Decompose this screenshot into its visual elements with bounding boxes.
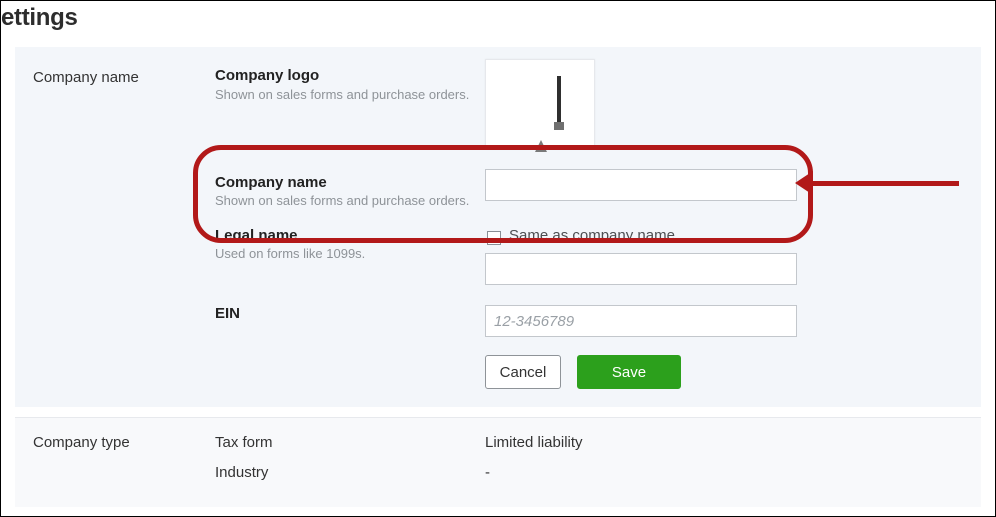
legal-name-heading: Legal name (215, 227, 298, 244)
ein-heading: EIN (215, 305, 240, 322)
company-name-heading: Company name (215, 174, 327, 191)
company-name-subtext: Shown on sales forms and purchase orders… (215, 193, 469, 208)
industry-value: - (485, 464, 490, 481)
annotation-arrow-icon (809, 181, 959, 186)
company-logo-subtext: Shown on sales forms and purchase orders… (215, 87, 469, 102)
tax-form-label: Tax form (215, 434, 273, 451)
logo-placeholder-base-icon (535, 140, 547, 152)
save-button[interactable]: Save (577, 355, 681, 389)
company-type-panel: Company type Tax form Limited liability … (15, 417, 981, 507)
same-as-company-name-checkbox[interactable] (487, 231, 501, 245)
page-title: ettings (1, 4, 78, 32)
section-label-company-type: Company type (33, 434, 130, 451)
cancel-button[interactable]: Cancel (485, 355, 561, 389)
company-logo-heading: Company logo (215, 67, 319, 84)
industry-label: Industry (215, 464, 268, 481)
same-as-company-name-label: Same as company name (509, 227, 675, 244)
logo-placeholder-mark (554, 76, 568, 134)
legal-name-input[interactable] (485, 253, 797, 285)
company-name-input[interactable] (485, 169, 797, 201)
tax-form-value: Limited liability (485, 434, 583, 451)
ein-input[interactable] (485, 305, 797, 337)
company-name-panel: Company name Company logo Shown on sales… (15, 47, 981, 407)
company-logo-preview[interactable] (485, 59, 595, 149)
section-label-company-name: Company name (33, 69, 139, 86)
legal-name-subtext: Used on forms like 1099s. (215, 246, 365, 261)
